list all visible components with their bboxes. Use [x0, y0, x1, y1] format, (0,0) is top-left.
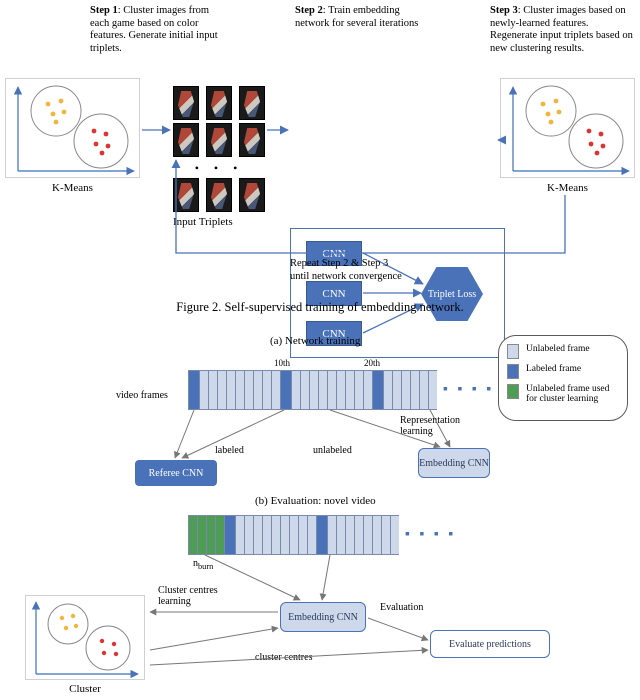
- triplet-thumb: [206, 178, 232, 212]
- section-a-title: (a) Network training: [270, 335, 360, 347]
- triplet-thumb: [173, 178, 199, 212]
- embedding-cnn-label-b: Embedding CNN: [288, 612, 358, 623]
- video-frames-label-a: video frames: [116, 390, 168, 401]
- kmeans-right: K-Means: [500, 78, 635, 194]
- legend-unlabeled: Unlabeled frame: [526, 344, 590, 354]
- feedback-line1: Repeat Step 2 & Step 3: [290, 258, 450, 271]
- tick-10th: 10th: [274, 358, 290, 368]
- section-b-title: (b) Evaluation: novel video: [255, 495, 376, 507]
- kmeans-plot-icon: [500, 78, 635, 178]
- referee-cnn-label: Referee CNN: [149, 468, 204, 479]
- frame-labeled: [372, 370, 383, 410]
- feedback-line2: until network convergence: [290, 271, 450, 284]
- figure-caption: Figure 2. Self-supervised training of em…: [0, 300, 640, 315]
- evaluation-edge-label: Evaluation: [380, 602, 423, 613]
- tick-20th: 20th: [364, 358, 380, 368]
- embedding-cnn-b: Embedding CNN: [280, 602, 366, 632]
- step3-text: Step 3: Cluster images based on newly-le…: [490, 5, 635, 55]
- legend-swatch-burn: [507, 384, 519, 399]
- step2-text: Step 2: Train embedding network for seve…: [295, 5, 435, 30]
- cluster-bottom-label: Cluster: [25, 683, 145, 695]
- legend-labeled: Labeled frame: [526, 364, 581, 374]
- evaluate-predictions-box: Evaluate predictions: [430, 630, 550, 658]
- legend-burn: Unlabeled frame used for cluster learnin…: [526, 384, 619, 405]
- frame-labeled: [224, 515, 235, 555]
- referee-cnn-box: Referee CNN: [135, 460, 217, 486]
- evaluate-predictions-label: Evaluate predictions: [449, 639, 531, 650]
- cluster-centres-learning-label: Cluster centres learning: [158, 585, 238, 607]
- frames-strip-a: 10th 20th ▪ ▪ ▪ ▪: [188, 370, 494, 410]
- input-triplets-label: Input Triplets: [173, 216, 265, 228]
- legend-swatch-unlabeled: [507, 344, 519, 359]
- embedding-cnn-label: Embedding CNN: [419, 458, 489, 469]
- kmeans-left-label: K-Means: [5, 182, 140, 194]
- frame-labeled: [280, 370, 291, 410]
- labeled-edge-label: labeled: [215, 445, 244, 456]
- step1-text: Step 1: Cluster images from each game ba…: [90, 5, 230, 55]
- input-triplets: • • • Input Triplets: [173, 86, 265, 228]
- step2-title: Step 2: [295, 5, 323, 16]
- triplet-thumb: [206, 123, 232, 157]
- kmeans-left: K-Means: [5, 78, 140, 194]
- triplet-loss-label: Triplet Loss: [428, 289, 476, 300]
- cluster-plot-bottom: Cluster: [25, 595, 145, 695]
- frames-continue-dots-b: ▪ ▪ ▪ ▪: [405, 515, 456, 555]
- legend-swatch-labeled: [507, 364, 519, 379]
- frame-labeled: [188, 370, 199, 410]
- legend: Unlabeled frame Labeled frame Unlabeled …: [498, 335, 628, 421]
- feedback-text: Repeat Step 2 & Step 3 until network con…: [290, 258, 450, 283]
- triplet-thumb: [239, 123, 265, 157]
- triplet-thumb: [239, 178, 265, 212]
- embedding-cnn-a: Embedding CNN: [418, 448, 490, 478]
- triplet-thumb: [173, 123, 199, 157]
- step3-title: Step 3: [490, 5, 518, 16]
- triplet-thumb: [173, 86, 199, 120]
- frame-unlabeled: [199, 370, 208, 410]
- step1-title: Step 1: [90, 5, 118, 16]
- triplet-thumb: [206, 86, 232, 120]
- cluster-centres-label: cluster centres: [255, 652, 312, 663]
- triplets-ellipsis: • • •: [173, 157, 265, 178]
- unlabeled-edge-label: unlabeled: [313, 445, 352, 456]
- frames-strip-b: ▪ ▪ ▪ ▪: [188, 515, 456, 555]
- triplet-thumb: [239, 86, 265, 120]
- frame-burn: [188, 515, 197, 555]
- kmeans-right-label: K-Means: [500, 182, 635, 194]
- frames-continue-dots: ▪ ▪ ▪ ▪: [443, 370, 494, 410]
- kmeans-plot-icon: [5, 78, 140, 178]
- n-burn-label: nburn: [193, 558, 213, 571]
- repr-learning-label: Representation learning: [400, 415, 480, 437]
